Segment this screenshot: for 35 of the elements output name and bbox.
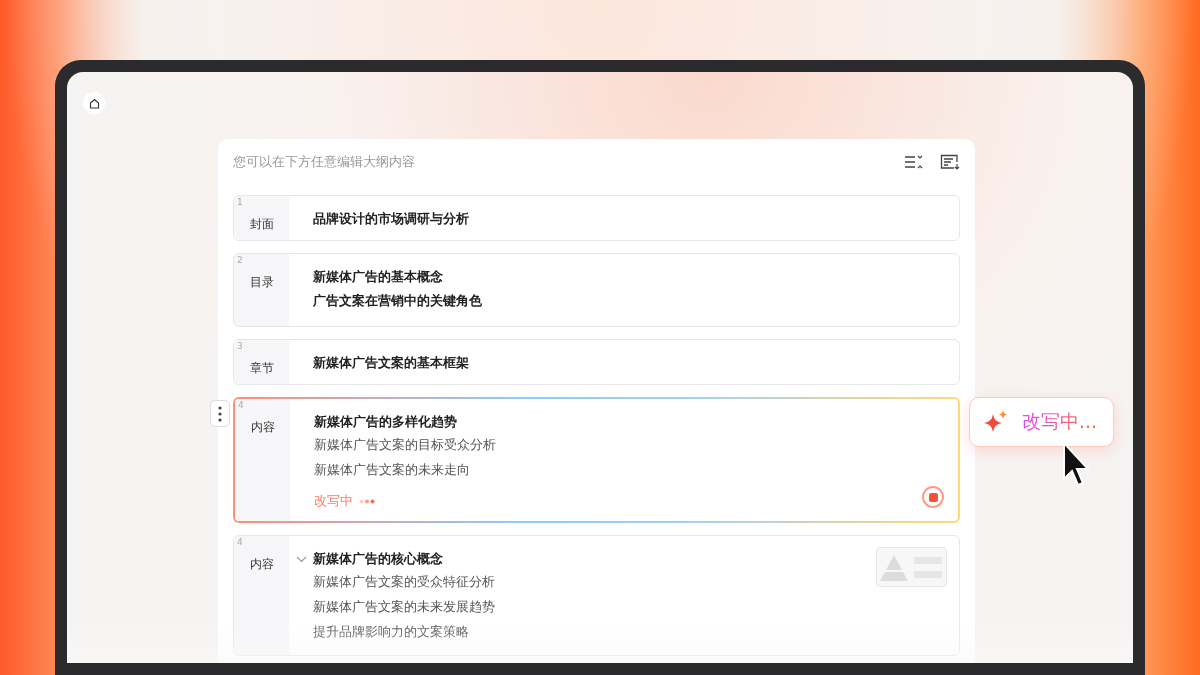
section-label: 内容 — [251, 419, 276, 436]
section-number: 3 — [237, 341, 243, 351]
stop-button[interactable] — [922, 486, 944, 508]
outline-item[interactable]: 新媒体广告文案的未来发展趋势 — [313, 594, 495, 619]
more-icon — [218, 405, 222, 422]
outline-item[interactable]: 广告文案在营销中的关键角色 — [313, 287, 482, 315]
home-button[interactable] — [83, 92, 105, 114]
section-title[interactable]: 新媒体广告文案的基本框架 — [313, 353, 469, 373]
stop-icon — [928, 492, 938, 502]
outline-item[interactable]: 新媒体广告文案的目标受众分析 — [314, 432, 496, 457]
section-title[interactable]: 新媒体广告的基本概念 — [313, 267, 443, 287]
section-number: 2 — [237, 255, 243, 265]
collapse-icon — [904, 154, 924, 170]
document-icon — [940, 154, 960, 170]
status-text: 改写中 — [314, 492, 353, 510]
slide-thumbnail — [876, 547, 947, 587]
loading-icon — [359, 498, 375, 504]
export-button[interactable] — [940, 154, 960, 170]
drag-handle[interactable] — [210, 400, 230, 427]
home-icon — [88, 97, 100, 109]
section-label: 章节 — [250, 360, 275, 377]
outline-item[interactable]: 新媒体广告文案的受众特征分析 — [313, 569, 495, 594]
collapse-button[interactable] — [904, 154, 924, 170]
section-label: 封面 — [250, 216, 275, 233]
section-number: 4 — [238, 400, 244, 410]
section-number: 4 — [237, 537, 243, 547]
outline-item[interactable]: 新媒体广告文案的未来走向 — [314, 457, 470, 482]
instruction-text: 您可以在下方任意编辑大纲内容 — [233, 153, 415, 171]
section-label: 内容 — [250, 556, 275, 573]
section-number: 1 — [237, 197, 243, 207]
section-title[interactable]: 新媒体广告的核心概念 — [313, 549, 443, 569]
section-label: 目录 — [250, 274, 275, 291]
section-title[interactable]: 品牌设计的市场调研与分析 — [313, 209, 469, 229]
section-title[interactable]: 新媒体广告的多样化趋势 — [314, 412, 457, 432]
outline-item[interactable]: 提升品牌影响力的文案策略 — [313, 619, 469, 644]
